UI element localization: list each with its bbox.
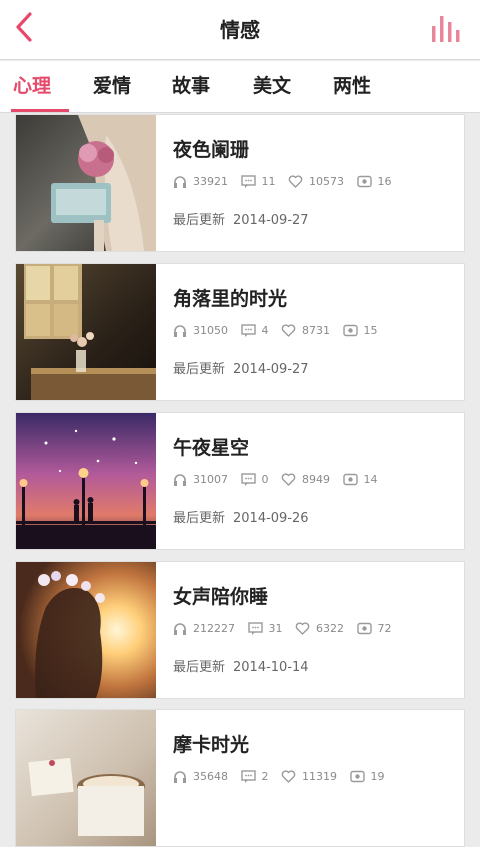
play-count: 35648 [193,770,228,783]
last-updated-date: 2014-09-27 [233,213,309,228]
item-stats: 212227 31 6322 72 [173,622,401,640]
last-updated-label: 最后更新 [173,660,226,675]
episode-count: 14 [363,473,378,486]
last-updated: 最后更新 2014-09-27 [173,209,309,228]
episodes-icon [356,622,372,635]
play-count: 33921 [193,175,228,188]
item-title: 摩卡时光 [173,734,250,756]
comment-count: 4 [261,324,269,337]
episodes-icon [356,175,372,188]
comment-count: 0 [261,473,269,486]
like-count: 6322 [316,622,344,635]
episodes-icon [342,324,358,337]
cover-image [16,413,156,549]
item-title: 女声陪你睡 [173,586,269,608]
cover-image [16,115,156,251]
like-count: 8731 [302,324,330,337]
comment-icon [240,770,256,783]
heart-icon [295,622,310,635]
last-updated-label: 最后更新 [173,511,226,526]
tab-love[interactable]: 爱情 [93,71,131,101]
category-tabs: 心理 爱情 故事 美文 两性 [0,61,480,113]
item-title: 角落里的时光 [173,288,288,310]
heart-icon [281,324,296,337]
tab-stories[interactable]: 故事 [172,71,210,101]
headphones-icon [174,325,186,337]
list-item[interactable]: 角落里的时光 31050 4 8731 15 最后更新 2014-09-27 [15,263,465,401]
item-stats: 35648 2 11319 19 [173,770,394,788]
comment-icon [240,473,256,486]
item-title: 夜色阑珊 [173,139,250,161]
list-item[interactable]: 摩卡时光 35648 2 11319 19 [15,709,465,847]
comment-count: 2 [261,770,269,783]
active-tab-indicator [11,109,69,112]
cover-image [16,710,156,846]
cover-image [16,264,156,400]
episode-count: 15 [363,324,378,337]
last-updated: 最后更新 2014-09-26 [173,507,309,526]
comment-count: 31 [268,622,283,635]
equalizer-icon [432,16,460,42]
comment-icon [240,175,256,188]
heart-icon [288,175,303,188]
episode-count: 16 [377,175,392,188]
episode-count: 72 [377,622,392,635]
tab-essays[interactable]: 美文 [253,71,291,101]
episodes-icon [349,770,365,783]
last-updated-date: 2014-09-27 [233,362,309,377]
tab-psychology[interactable]: 心理 [13,71,51,101]
like-count: 8949 [302,473,330,486]
page-title: 情感 [220,18,260,42]
last-updated-label: 最后更新 [173,362,226,377]
headphones-icon [174,771,186,783]
play-count: 212227 [193,622,235,635]
heart-icon [281,473,296,486]
item-title: 午夜星空 [173,437,250,459]
episodes-icon [342,473,358,486]
last-updated-label: 最后更新 [173,213,226,228]
play-count: 31050 [193,324,228,337]
play-count: 31007 [193,473,228,486]
comment-count: 11 [261,175,276,188]
heart-icon [281,770,296,783]
comment-icon [247,622,263,635]
headphones-icon [174,176,186,188]
tab-relationships[interactable]: 两性 [333,71,371,101]
list-item[interactable]: 女声陪你睡 212227 31 6322 72 最后更新 2014-10-14 [15,561,465,699]
last-updated: 最后更新 2014-09-27 [173,358,309,377]
item-stats: 31007 0 8949 14 [173,473,387,491]
headphones-icon [174,474,186,486]
list-item[interactable]: 夜色阑珊 33921 11 10573 16 最后更新 2014-09-27 [15,114,465,252]
comment-icon [240,324,256,337]
cover-image [16,562,156,698]
last-updated: 最后更新 2014-10-14 [173,656,309,675]
now-playing-button[interactable] [430,12,466,44]
headphones-icon [174,623,186,635]
episode-count: 19 [370,770,385,783]
last-updated-date: 2014-09-26 [233,511,309,526]
item-stats: 31050 4 8731 15 [173,324,387,342]
like-count: 11319 [302,770,337,783]
item-stats: 33921 11 10573 16 [173,175,401,193]
top-bar: 情感 [0,0,480,60]
list-item[interactable]: 午夜星空 31007 0 8949 14 最后更新 2014-09-26 [15,412,465,550]
like-count: 10573 [309,175,344,188]
last-updated-date: 2014-10-14 [233,660,309,675]
